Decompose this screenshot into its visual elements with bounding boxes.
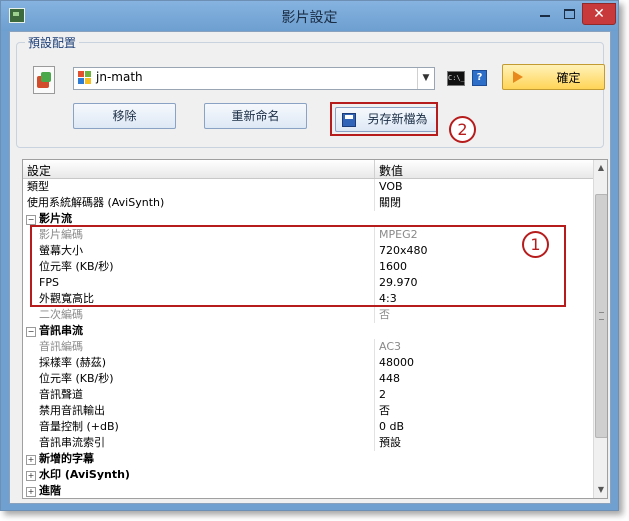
scrollbar-thumb[interactable] <box>595 194 607 438</box>
grid-cell-setting: 音訊聲道 <box>39 388 83 401</box>
preset-combo-value: jn-math <box>96 70 143 84</box>
highlight-box-save-as <box>330 102 438 136</box>
highlight-box-video-settings <box>30 225 566 307</box>
expand-icon[interactable]: + <box>26 471 36 481</box>
expand-icon[interactable]: + <box>26 487 36 497</box>
annotation-badge-2: 2 <box>449 116 476 143</box>
window-title: 影片設定 <box>281 10 338 26</box>
header-setting: 設定 <box>27 164 52 178</box>
preset-combo[interactable]: jn-math ▼ <box>73 67 435 90</box>
collapse-icon[interactable]: − <box>26 215 36 225</box>
scroll-down-icon[interactable]: ▼ <box>594 482 607 498</box>
expand-icon[interactable]: + <box>26 455 36 465</box>
grid-cell-setting: 類型 <box>27 180 49 193</box>
remove-button[interactable]: 移除 <box>73 103 176 129</box>
grid-cell-setting: 音訊編碼 <box>39 340 83 353</box>
grid-row[interactable]: 二次編碼 否 <box>23 307 593 323</box>
ok-button-label: 確定 <box>556 71 581 85</box>
annotation-badge-1: 1 <box>522 231 549 258</box>
grid-row[interactable]: 使用系統解碼器 (AviSynth) 關閉 <box>23 195 593 211</box>
grid-category-row[interactable]: + 水印 (AviSynth) <box>23 467 593 483</box>
collapse-icon[interactable]: − <box>26 327 36 337</box>
grid-category-row[interactable]: + 進階 <box>23 483 593 498</box>
grid-cell-value[interactable]: 關閉 <box>379 195 401 211</box>
grid-row[interactable]: 採樣率 (赫茲) 48000 <box>23 355 593 371</box>
grid-row[interactable]: 音訊串流索引 預設 <box>23 435 593 451</box>
minimize-icon <box>540 15 550 17</box>
chevron-down-icon[interactable]: ▼ <box>417 68 434 89</box>
preset-group-label: 預設配置 <box>25 34 80 51</box>
grid-row[interactable]: 類型 VOB <box>23 179 593 195</box>
grid-cell-setting: 採樣率 (赫茲) <box>39 356 107 369</box>
header-value: 數值 <box>379 164 404 178</box>
grid-cell-value[interactable]: 48000 <box>379 355 414 371</box>
grid-cell-setting: 音訊串流 <box>39 324 83 337</box>
grid-cell-setting: 音訊串流索引 <box>39 436 105 449</box>
maximize-button[interactable] <box>560 6 578 20</box>
windows-flag-icon <box>78 71 92 85</box>
maximize-icon <box>564 9 575 19</box>
grid-cell-value[interactable]: 否 <box>379 307 390 323</box>
command-prompt-icon[interactable]: C:\_ <box>447 71 465 86</box>
grid-row[interactable]: 音訊編碼 AC3 <box>23 339 593 355</box>
grid-row[interactable]: 音訊聲道 2 <box>23 387 593 403</box>
grid-cell-value[interactable]: 0 dB <box>379 419 404 435</box>
title-bar[interactable]: 影片設定 ✕ <box>1 1 618 31</box>
grid-cell-setting: 新增的字幕 <box>39 452 94 465</box>
grid-cell-value[interactable]: 預設 <box>379 435 401 451</box>
grid-row[interactable]: 音量控制 (+dB) 0 dB <box>23 419 593 435</box>
grid-cell-value[interactable]: VOB <box>379 179 403 195</box>
grid-cell-value[interactable]: 否 <box>379 403 390 419</box>
grid-row[interactable]: 位元率 (KB/秒) 448 <box>23 371 593 387</box>
vertical-scrollbar[interactable]: ▲ ▼ <box>593 160 607 498</box>
grid-category-row[interactable]: − 音訊串流 <box>23 323 593 339</box>
property-grid[interactable]: 設定 數值 類型 VOB 使用系統解碼器 (AviSynth) 關閉 − 影片流 影片編碼 M… <box>22 159 608 499</box>
minimize-button[interactable] <box>535 7 555 21</box>
close-button[interactable]: ✕ <box>582 3 616 25</box>
ok-button[interactable]: 確定 <box>502 64 605 90</box>
grid-cell-setting: 進階 <box>39 484 61 497</box>
arrow-right-icon <box>513 71 523 83</box>
grid-cell-setting: 二次編碼 <box>39 308 83 321</box>
grid-header: 設定 數值 <box>23 160 593 179</box>
grid-cell-value[interactable]: AC3 <box>379 339 401 355</box>
help-icon[interactable]: ? <box>472 70 487 86</box>
grid-row[interactable]: 禁用音訊輸出 否 <box>23 403 593 419</box>
grid-cell-setting: 禁用音訊輸出 <box>39 404 105 417</box>
grid-cell-setting: 使用系統解碼器 (AviSynth) <box>27 196 165 209</box>
grid-category-row[interactable]: + 新增的字幕 <box>23 451 593 467</box>
preset-icon <box>29 64 59 96</box>
close-icon: ✕ <box>593 6 605 22</box>
grid-cell-setting: 位元率 (KB/秒) <box>39 372 114 385</box>
grid-cell-value[interactable]: 448 <box>379 371 400 387</box>
grid-cell-value[interactable]: 2 <box>379 387 386 403</box>
grid-cell-setting: 水印 (AviSynth) <box>39 468 130 481</box>
rename-button[interactable]: 重新命名 <box>204 103 307 129</box>
preset-group: 預設配置 jn-math ▼ C:\_ ? 確定 移除 重新命名 另存新檔為 2 <box>16 34 605 148</box>
scroll-up-icon[interactable]: ▲ <box>594 160 607 176</box>
grid-cell-setting: 音量控制 (+dB) <box>39 420 119 433</box>
